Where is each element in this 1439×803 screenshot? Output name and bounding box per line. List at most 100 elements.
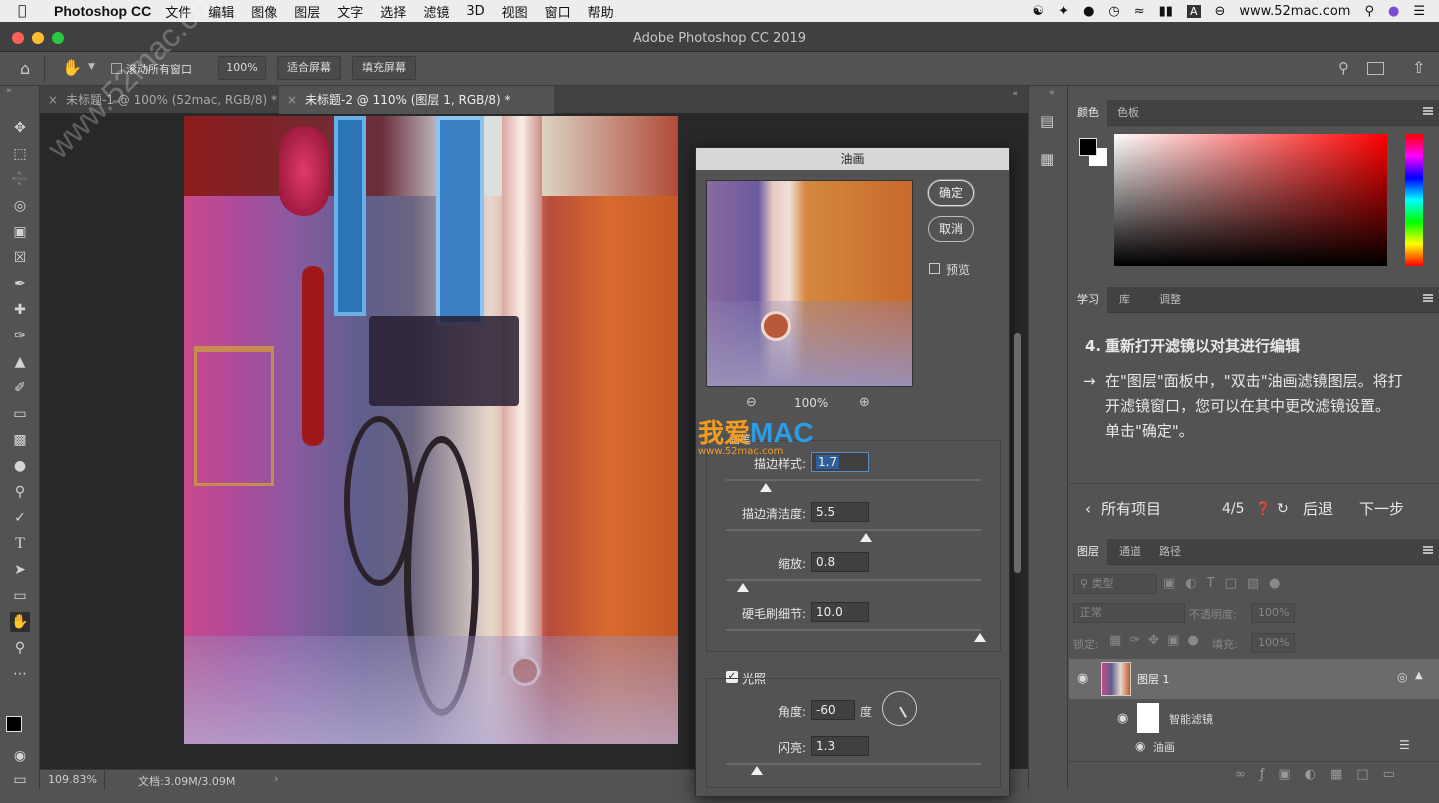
path-select-tool-icon[interactable]: ➤ (10, 560, 30, 580)
move-tool-icon[interactable]: ✥ (10, 118, 30, 138)
panel-menu-icon[interactable] (1423, 107, 1433, 115)
healing-tool-icon[interactable]: ✚ (10, 300, 30, 320)
cancel-button[interactable]: 取消 (928, 216, 974, 242)
preview-checkbox[interactable] (929, 263, 940, 274)
marquee-tool-icon[interactable]: ⬚ (10, 144, 30, 164)
fit-screen-button[interactable]: 适合屏幕 (277, 56, 341, 80)
back-button[interactable]: 后退 (1303, 497, 1333, 522)
lock-icons[interactable]: ▦✑✥▣● (1109, 633, 1207, 648)
layer-name[interactable]: 图层 1 (1137, 671, 1170, 687)
workspace-icon[interactable] (1367, 62, 1384, 75)
next-button[interactable]: 下一步 (1359, 497, 1404, 522)
zoom-out-icon[interactable]: ⊖ (746, 395, 757, 410)
pen-tool-icon[interactable]: ✓ (10, 508, 30, 528)
reset-icon[interactable]: ↻ (1277, 497, 1289, 522)
help-icon[interactable]: ❓ (1255, 497, 1271, 522)
preview-thumbnail[interactable] (706, 180, 913, 387)
chevron-up-icon[interactable]: ▲ (1415, 670, 1423, 681)
gradient-tool-icon[interactable]: ▩ (10, 430, 30, 450)
shine-slider[interactable] (726, 763, 981, 765)
shine-input[interactable]: 1.3 (811, 736, 869, 756)
share-icon[interactable]: ⇧ (1412, 58, 1425, 77)
blur-tool-icon[interactable]: ● (10, 456, 30, 476)
oil-painting-photo[interactable] (184, 116, 678, 744)
bristle-detail-slider[interactable] (726, 629, 981, 631)
siri-icon[interactable]: ● (1388, 4, 1399, 19)
tab-document-2[interactable]: × 未标题-2 @ 110% (图层 1, RGB/8) * (279, 86, 554, 114)
search-icon[interactable]: ⚲ (1338, 59, 1349, 77)
color-field[interactable] (1114, 134, 1387, 266)
scale-slider[interactable] (726, 579, 981, 581)
fill-screen-button[interactable]: 填充屏幕 (352, 56, 416, 80)
screen-mode-icon[interactable]: ▭ (10, 770, 30, 790)
eye-icon[interactable]: ◉ (1135, 739, 1145, 753)
tab-libraries[interactable]: 库 (1119, 287, 1130, 313)
filter-row[interactable]: ◉ 油画 ☰ (1069, 735, 1439, 759)
hand-tool-icon[interactable]: ✋ (62, 58, 82, 77)
history-icon[interactable]: ▤ (1040, 112, 1054, 130)
fill-input[interactable]: 100% (1251, 633, 1295, 653)
type-tool-icon[interactable]: T (10, 534, 30, 554)
tab-adjustments[interactable]: 调整 (1159, 287, 1181, 313)
angle-dial[interactable] (882, 691, 917, 726)
layer-action-icons[interactable]: ∞ƒ▣◐▦□▭ (1235, 767, 1409, 782)
dialog-scrollbar[interactable] (1014, 333, 1021, 573)
bristle-detail-thumb[interactable] (974, 633, 986, 642)
smart-filter-row[interactable]: ◉ 智能滤镜 (1069, 699, 1439, 739)
quick-mask-icon[interactable]: ◉ (10, 746, 30, 766)
app-menu[interactable]: Photoshop CC (54, 3, 151, 19)
notification-icon[interactable]: ☰ (1413, 4, 1425, 19)
minus-circle-icon[interactable]: ⊖ (1215, 4, 1226, 19)
zoom-window-button[interactable] (52, 32, 64, 44)
filter-options-icon[interactable]: ☰ (1399, 738, 1410, 752)
frame-tool-icon[interactable]: ☒ (10, 248, 30, 268)
menu-window[interactable]: 窗口 (545, 2, 571, 21)
panel-menu-icon[interactable] (1423, 294, 1433, 302)
collapse-icon[interactable]: « (1012, 89, 1018, 99)
brush-tool-icon[interactable]: ✑ (10, 326, 30, 346)
stroke-style-thumb[interactable] (760, 483, 772, 492)
search-icon[interactable]: ⚲ (1364, 4, 1374, 19)
eye-icon[interactable]: ◉ (1077, 671, 1088, 686)
opacity-input[interactable]: 100% (1251, 603, 1295, 623)
stroke-style-slider[interactable] (726, 479, 981, 481)
stamp-tool-icon[interactable]: ▲ (10, 352, 30, 372)
more-tools-icon[interactable]: ⋯ (10, 664, 30, 684)
stroke-style-input[interactable]: 1.7 (811, 452, 869, 472)
input-method-icon[interactable]: A (1186, 4, 1201, 18)
hue-slider[interactable] (1405, 134, 1423, 266)
creative-cloud-icon[interactable]: ☯ (1033, 4, 1045, 19)
time-machine-icon[interactable]: ◷ (1108, 4, 1119, 19)
tab-swatches[interactable]: 色板 (1117, 100, 1139, 126)
menu-layer[interactable]: 图层 (294, 2, 320, 21)
hand-tool-icon[interactable]: ✋ (10, 612, 30, 632)
crop-tool-icon[interactable]: ▣ (10, 222, 30, 242)
dodge-tool-icon[interactable]: ⚲ (10, 482, 30, 502)
filter-type-icons[interactable]: ▣◐T□▧● (1163, 576, 1290, 591)
chevron-left-icon[interactable]: ‹ (1085, 497, 1091, 522)
ok-button[interactable]: 确定 (928, 180, 974, 206)
close-icon[interactable]: × (48, 86, 58, 114)
tab-color[interactable]: 颜色 (1069, 100, 1107, 126)
menu-filter[interactable]: 滤镜 (423, 2, 449, 21)
tab-channels[interactable]: 通道 (1119, 539, 1141, 565)
panel-menu-icon[interactable] (1423, 546, 1433, 554)
foreground-color-swatch[interactable] (1079, 138, 1097, 156)
collapse-icon[interactable]: « (1049, 88, 1055, 98)
scale-input[interactable]: 0.8 (811, 552, 869, 572)
tab-paths[interactable]: 路径 (1159, 539, 1181, 565)
menu-select[interactable]: 选择 (380, 2, 406, 21)
zoom-tool-icon[interactable]: ⚲ (10, 638, 30, 658)
qq-icon[interactable]: ● (1083, 4, 1094, 19)
quick-select-tool-icon[interactable]: ◎ (10, 196, 30, 216)
menu-image[interactable]: 图像 (251, 2, 277, 21)
menu-type[interactable]: 文字 (337, 2, 363, 21)
stroke-clean-input[interactable]: 5.5 (811, 502, 869, 522)
stroke-clean-thumb[interactable] (860, 533, 872, 542)
close-window-button[interactable] (12, 32, 24, 44)
zoom-in-icon[interactable]: ⊕ (859, 395, 870, 410)
all-items-link[interactable]: 所有项目 (1101, 497, 1161, 522)
expand-icon[interactable]: » (6, 86, 12, 96)
angle-input[interactable]: -60 (811, 700, 855, 720)
filter-kind-select[interactable]: ⚲ 类型 (1073, 574, 1157, 594)
